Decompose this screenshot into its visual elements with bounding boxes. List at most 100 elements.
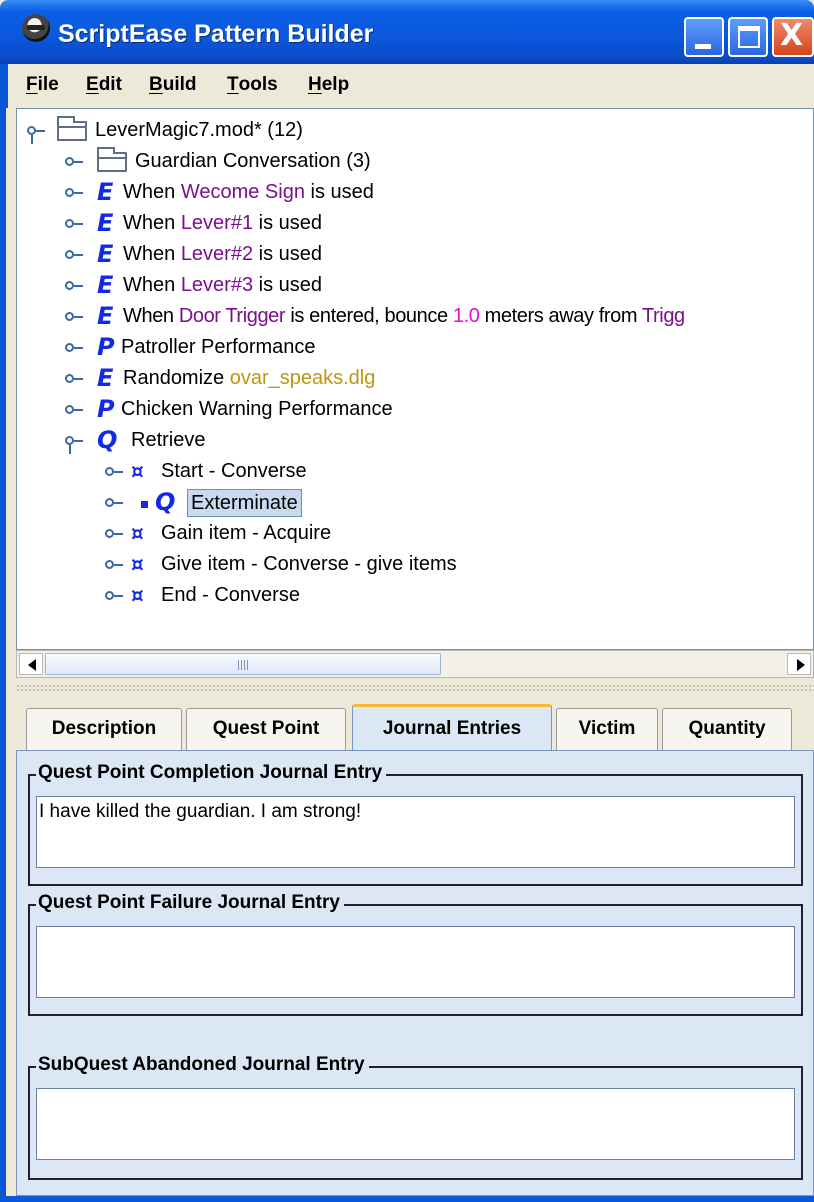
collapse-handle-icon[interactable] — [65, 250, 83, 259]
tree-item-label: Patroller Performance — [121, 336, 316, 358]
game-object-link[interactable]: Door Trigger — [179, 305, 286, 327]
game-object-link[interactable]: Wecome Sign — [181, 181, 305, 203]
collapse-handle-icon[interactable] — [65, 343, 83, 352]
tab-quantity[interactable]: Quantity — [662, 708, 792, 750]
collapse-handle-icon[interactable] — [65, 219, 83, 228]
quest-point-icon: ¤ — [131, 583, 144, 607]
tree-item[interactable]: E When Lever#1 is used — [17, 208, 807, 238]
game-object-link[interactable]: Lever#2 — [181, 243, 253, 265]
split-pane-divider[interactable] — [16, 684, 814, 692]
maximize-icon — [738, 26, 760, 48]
collapse-handle-icon[interactable] — [105, 467, 123, 476]
collapse-handle-icon[interactable] — [65, 312, 83, 321]
menu-edit-mnemonic: E — [86, 74, 99, 95]
expand-handle-icon[interactable] — [27, 126, 45, 144]
tree-item-label-selected: Exterminate — [187, 489, 302, 517]
menu-edit[interactable]: Edit — [86, 74, 122, 96]
tree-child-item[interactable]: ¤ Give item - Converse - give items — [17, 549, 807, 579]
arrow-right-icon — [797, 659, 805, 671]
collapse-handle-icon[interactable] — [65, 405, 83, 414]
tree-item[interactable]: Q Retrieve — [17, 425, 807, 455]
menu-edit-label: dit — [98, 74, 122, 95]
file-link[interactable]: ovar_speaks.dlg — [230, 367, 376, 389]
collapse-handle-icon[interactable] — [105, 529, 123, 538]
tab-journal-entries[interactable]: Journal Entries — [352, 704, 552, 752]
close-icon: X — [780, 18, 804, 53]
tree-item-label: When — [123, 212, 181, 234]
tree-item-label: Start - Converse — [161, 460, 307, 482]
tree-item[interactable]: E When Door Trigger is entered, bounce 1… — [17, 301, 813, 331]
menu-help[interactable]: Help — [308, 74, 349, 96]
event-icon: E — [97, 209, 114, 237]
collapse-handle-icon[interactable] — [105, 560, 123, 569]
folder-icon — [97, 147, 127, 172]
tree-child-item[interactable]: ¤ Gain item - Acquire — [17, 518, 807, 548]
tree-item[interactable]: E Randomize ovar_speaks.dlg — [17, 363, 807, 393]
tree-child-item[interactable]: ¤ Start - Converse — [17, 456, 807, 486]
abandoned-journal-field[interactable] — [36, 1088, 795, 1160]
tab-description[interactable]: Description — [26, 708, 182, 750]
grip-icon — [238, 660, 248, 670]
event-icon: E — [97, 271, 114, 299]
event-icon: E — [97, 178, 114, 206]
menu-bar: File Edit Build Tools Help — [6, 64, 814, 108]
scroll-left-button[interactable] — [19, 653, 43, 675]
performance-icon: P — [97, 395, 115, 423]
tree-root-label: LeverMagic7.mod* (12) — [95, 119, 303, 141]
completion-journal-group: Quest Point Completion Journal Entry I h… — [28, 762, 803, 886]
tree-item-label: When — [123, 305, 179, 327]
menu-file-label: ile — [37, 74, 59, 95]
title-bar[interactable]: ScriptEase Pattern Builder X — [0, 0, 814, 64]
tree-item-label: When — [123, 181, 181, 203]
collapse-handle-icon[interactable] — [65, 281, 83, 290]
collapse-handle-icon[interactable] — [105, 498, 123, 507]
menu-tools[interactable]: Tools — [227, 74, 278, 96]
collapse-handle-icon[interactable] — [65, 157, 83, 166]
tree-item-label: Give item - Converse - give items — [161, 553, 457, 575]
tree-item[interactable]: P Chicken Warning Performance — [17, 394, 807, 424]
minimize-button[interactable] — [684, 17, 724, 57]
tree-item[interactable]: P Patroller Performance — [17, 332, 807, 362]
maximize-button[interactable] — [728, 17, 768, 57]
completion-journal-field[interactable]: I have killed the guardian. I am strong! — [36, 796, 795, 868]
tab-quest-point[interactable]: Quest Point — [186, 708, 346, 750]
numeric-value-link[interactable]: 1.0 — [453, 305, 480, 327]
menu-file[interactable]: File — [26, 74, 59, 96]
tree-item-label: is used — [304, 181, 374, 203]
tree-item[interactable]: E When Lever#2 is used — [17, 239, 807, 269]
tree-item[interactable]: E When Wecome Sign is used — [17, 177, 807, 207]
tree-item-label: End - Converse — [161, 584, 300, 606]
expand-handle-icon[interactable] — [65, 436, 83, 454]
horizontal-scrollbar[interactable] — [16, 650, 814, 678]
tree-item[interactable]: Guardian Conversation (3) — [17, 146, 807, 176]
tab-victim[interactable]: Victim — [556, 708, 658, 750]
collapse-handle-icon[interactable] — [105, 591, 123, 600]
game-object-link[interactable]: Trigg — [642, 305, 685, 327]
scrollbar-thumb[interactable] — [45, 653, 441, 675]
failure-journal-field[interactable] — [36, 926, 795, 998]
pattern-tree[interactable]: LeverMagic7.mod* (12) Guardian Conversat… — [16, 108, 814, 650]
scroll-right-button[interactable] — [787, 653, 811, 675]
tree-child-item[interactable]: Q Exterminate — [17, 487, 807, 517]
game-object-link[interactable]: Lever#1 — [181, 212, 253, 234]
tree-child-item[interactable]: ¤ End - Converse — [17, 580, 807, 610]
collapse-handle-icon[interactable] — [65, 188, 83, 197]
quest-point-icon: ¤ — [131, 552, 144, 576]
event-icon: E — [97, 364, 114, 392]
game-object-link[interactable]: Lever#3 — [181, 274, 253, 296]
menu-build-label: uild — [162, 74, 197, 95]
app-icon — [22, 14, 50, 42]
event-icon: E — [97, 240, 114, 268]
quest-icon: Q — [155, 488, 176, 516]
menu-build[interactable]: Build — [149, 74, 197, 96]
abandoned-journal-title: SubQuest Abandoned Journal Entry — [36, 1054, 369, 1076]
tree-root[interactable]: LeverMagic7.mod* (12) — [17, 115, 807, 145]
collapse-handle-icon[interactable] — [65, 374, 83, 383]
menu-build-mnemonic: B — [149, 74, 163, 95]
menu-file-mnemonic: F — [26, 74, 38, 95]
performance-icon: P — [97, 333, 115, 361]
quest-point-icon: ¤ — [131, 521, 144, 545]
window-title: ScriptEase Pattern Builder — [58, 20, 374, 48]
close-button[interactable]: X — [772, 17, 814, 57]
tree-item[interactable]: E When Lever#3 is used — [17, 270, 807, 300]
